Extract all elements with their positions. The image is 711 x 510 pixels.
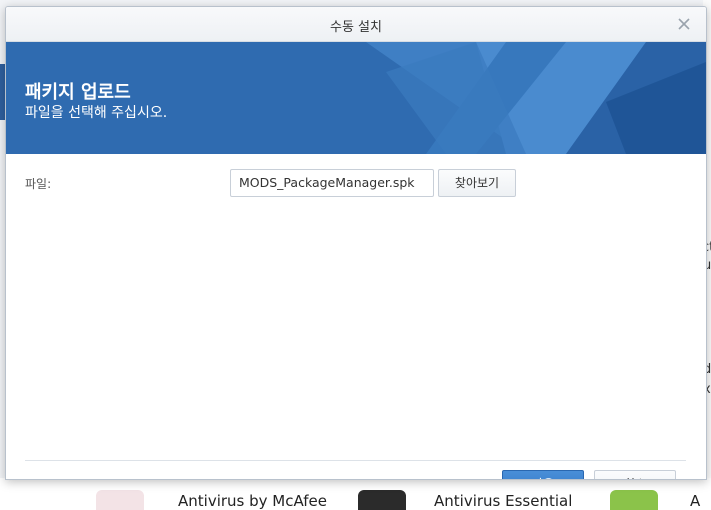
- close-button[interactable]: [674, 14, 694, 34]
- close-icon: [678, 18, 690, 30]
- dialog-title: 수동 설치: [330, 20, 382, 35]
- app-tile-icon: [358, 490, 406, 510]
- cancel-button[interactable]: 취소: [594, 470, 676, 479]
- app-title[interactable]: A: [690, 492, 700, 510]
- banner-title: 패키지 업로드: [25, 82, 131, 103]
- file-label: 파일:: [25, 177, 52, 191]
- background-app-list: Antivirus by McAfee Antivirus Essential …: [0, 478, 711, 510]
- app-title[interactable]: Antivirus by McAfee: [178, 492, 327, 510]
- app-title[interactable]: Antivirus Essential: [434, 492, 572, 510]
- app-tile-icon: [96, 490, 144, 510]
- file-path-field[interactable]: MODS_PackageManager.spk: [230, 169, 434, 197]
- footer-divider: [25, 460, 686, 461]
- header-banner: 패키지 업로드 파일을 선택해 주십시오.: [6, 42, 706, 154]
- app-tile-icon: [610, 490, 658, 510]
- banner-subtitle: 파일을 선택해 주십시오.: [25, 105, 168, 121]
- next-button[interactable]: 다음: [502, 470, 584, 479]
- browse-button[interactable]: 찾아보기: [438, 169, 516, 197]
- manual-install-dialog: 수동 설치 패키지 업로드 파일을 선택해 주십시오. 파일: MODS_Pac…: [5, 6, 707, 480]
- dialog-titlebar: 수동 설치: [6, 7, 706, 42]
